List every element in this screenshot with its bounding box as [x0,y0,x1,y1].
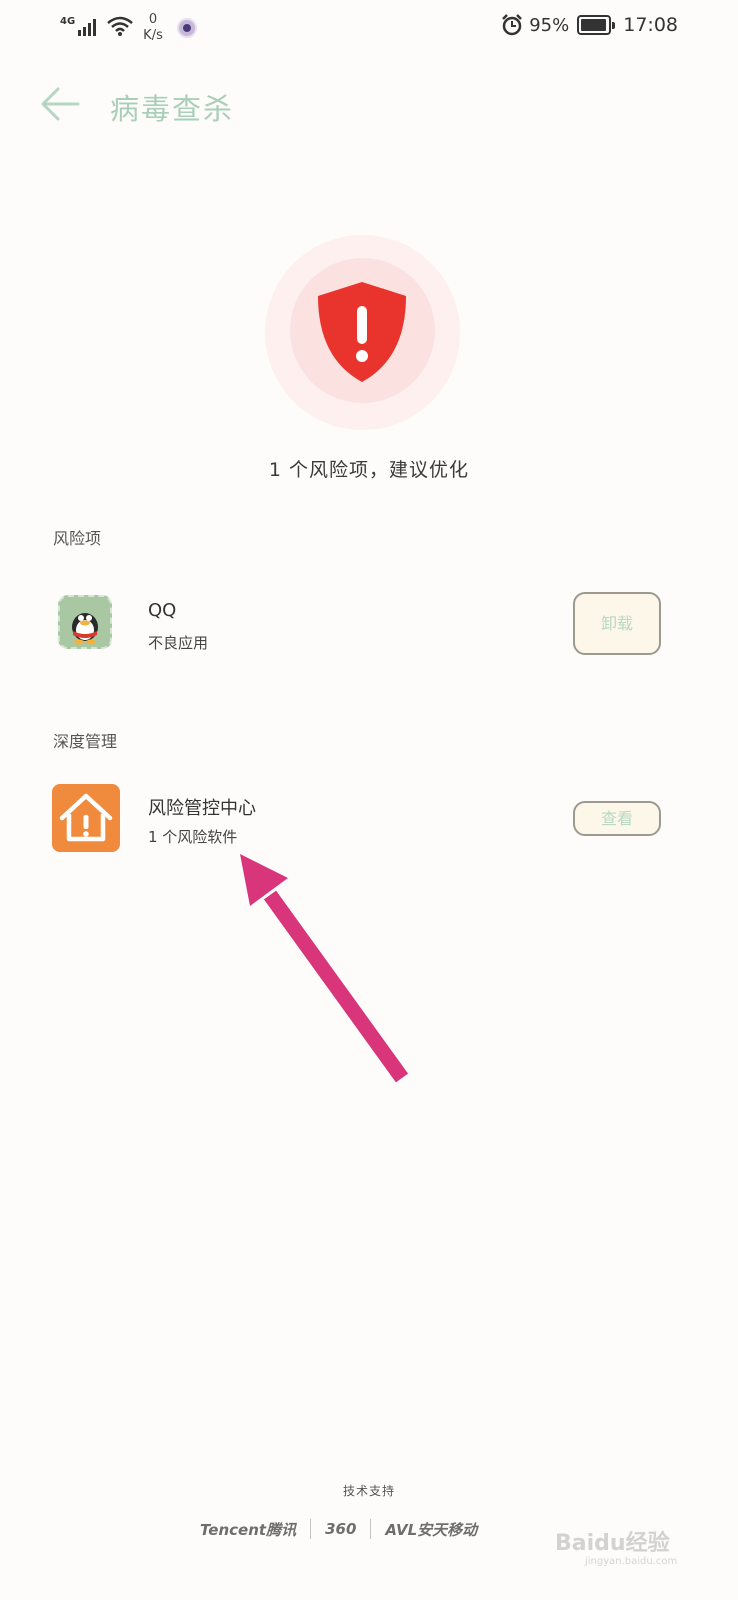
partner-divider [310,1519,312,1539]
battery-fill [581,19,606,31]
scan-summary: 1 个风险项，建议优化 [268,459,470,481]
tech-support-label: 技术支持 [342,1484,395,1498]
baidu-watermark: Baidu经验 [555,1531,670,1556]
battery-percent: 95% [529,14,570,36]
warning-shield-icon [318,282,406,382]
qq-app-description: 不良应用 [148,634,209,652]
battery-icon [577,15,616,35]
risk-control-center-title: 风险管控中心 [148,798,256,819]
partner-divider [370,1519,372,1539]
risk-section-label: 风险项 [53,529,102,548]
alarm-icon [502,14,523,36]
status-right: 95% 17:08 [501,14,678,36]
wifi-icon [107,16,133,36]
signal-icon [78,19,97,36]
partner-tencent: Tencent腾讯 [200,1520,297,1539]
clock: 17:08 [623,14,678,36]
deep-section-label: 深度管理 [53,732,118,751]
header: 病毒查杀 [0,70,738,140]
partner-avl: AVL安天移动 [385,1520,478,1539]
back-arrow-icon [41,87,80,121]
risk-control-center-description: 1 个风险软件 [148,828,238,846]
network-speed: 0 K/s [143,12,163,44]
baidu-watermark-url: jingyan.baidu.com [585,1556,678,1567]
status-left: 4G 0 K/s [60,12,197,44]
page-title: 病毒查杀 [110,92,235,126]
speed-value: 0 [148,12,158,27]
partner-360: 360 [325,1520,357,1538]
status-bar: 4G 0 K/s 95% 17:08 [0,0,738,58]
qq-app-name: QQ [148,600,177,621]
screen: 4G 0 K/s 95% 17:08 病毒查杀 1 个风险项，建议优化 风险项 … [0,0,738,1600]
annotation-arrow-icon [240,854,409,1083]
house-warning-icon [52,784,120,852]
qq-app-icon [58,595,112,649]
speed-unit: K/s [143,28,163,43]
partner-logos: Tencent腾讯 360 AVL安天移动 [200,1514,477,1544]
app-notification-icon [176,18,197,38]
back-button[interactable] [38,84,82,124]
uninstall-button[interactable]: 卸载 [573,592,661,655]
view-button[interactable]: 查看 [573,801,661,836]
network-type: 4G [60,16,76,27]
